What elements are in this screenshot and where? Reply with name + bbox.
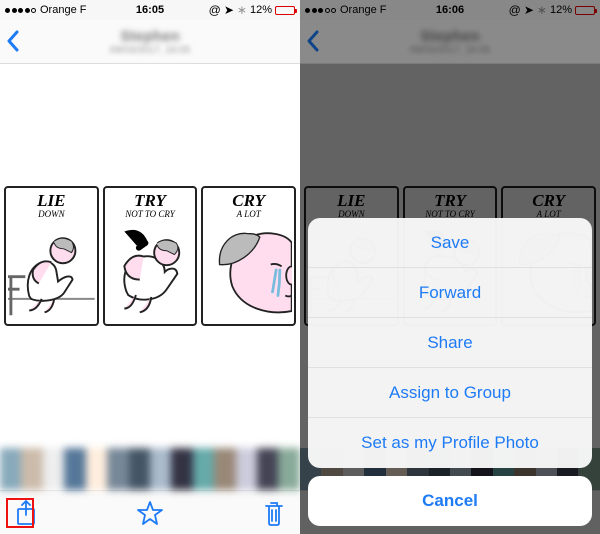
delete-button[interactable] [264,500,284,526]
phone-right: Orange F 16:06 @ ➤ ∗ 12% Stephen 09/03/2… [300,0,600,534]
photo-content[interactable]: LIE DOWN TRY NOT TO CRY [0,64,300,448]
toolbar [0,490,300,534]
panel2-line1: TRY [134,192,166,209]
panel3-line2: A LOT [237,210,261,219]
panel1-line2: DOWN [38,210,65,219]
status-time: 16:05 [0,4,300,16]
action-save[interactable]: Save [308,218,592,268]
action-set-profile-photo[interactable]: Set as my Profile Photo [308,418,592,468]
meme-panel-3: CRY A LOT [201,186,296,326]
action-share[interactable]: Share [308,318,592,368]
meme-panel-2: TRY NOT TO CRY [103,186,198,326]
panel3-line1: CRY [232,192,265,209]
nav-title-name: Stephen [110,28,191,45]
meme-image: LIE DOWN TRY NOT TO CRY [0,182,300,330]
bluetooth-icon: ∗ [237,3,247,17]
nav-header: Stephen 09/03/2017, 16:05 [0,20,300,64]
phone-left: Orange F 16:05 @ ➤ ∗ 12% Stephen 09/03/2… [0,0,300,534]
cry-face-icon [205,220,292,320]
favorite-button[interactable] [137,500,163,526]
share-button[interactable] [16,500,36,526]
action-sheet-overlay[interactable]: Save Forward Share Assign to Group Set a… [300,0,600,534]
nav-title-sub: 09/03/2017, 16:05 [110,45,191,56]
lie-down-figure-icon [8,222,95,317]
back-button[interactable] [6,30,20,57]
action-forward[interactable]: Forward [308,268,592,318]
action-assign-group[interactable]: Assign to Group [308,368,592,418]
action-sheet: Save Forward Share Assign to Group Set a… [308,218,592,468]
thumbnail-strip[interactable] [0,448,300,490]
action-cancel[interactable]: Cancel [308,476,592,526]
status-bar: Orange F 16:05 @ ➤ ∗ 12% [0,0,300,20]
meme-panel-1: LIE DOWN [4,186,99,326]
nav-title: Stephen 09/03/2017, 16:05 [110,28,191,56]
try-not-cry-figure-icon [107,222,194,317]
panel2-line2: NOT TO CRY [125,210,175,219]
panel1-line1: LIE [37,192,65,209]
battery-icon [275,6,295,15]
